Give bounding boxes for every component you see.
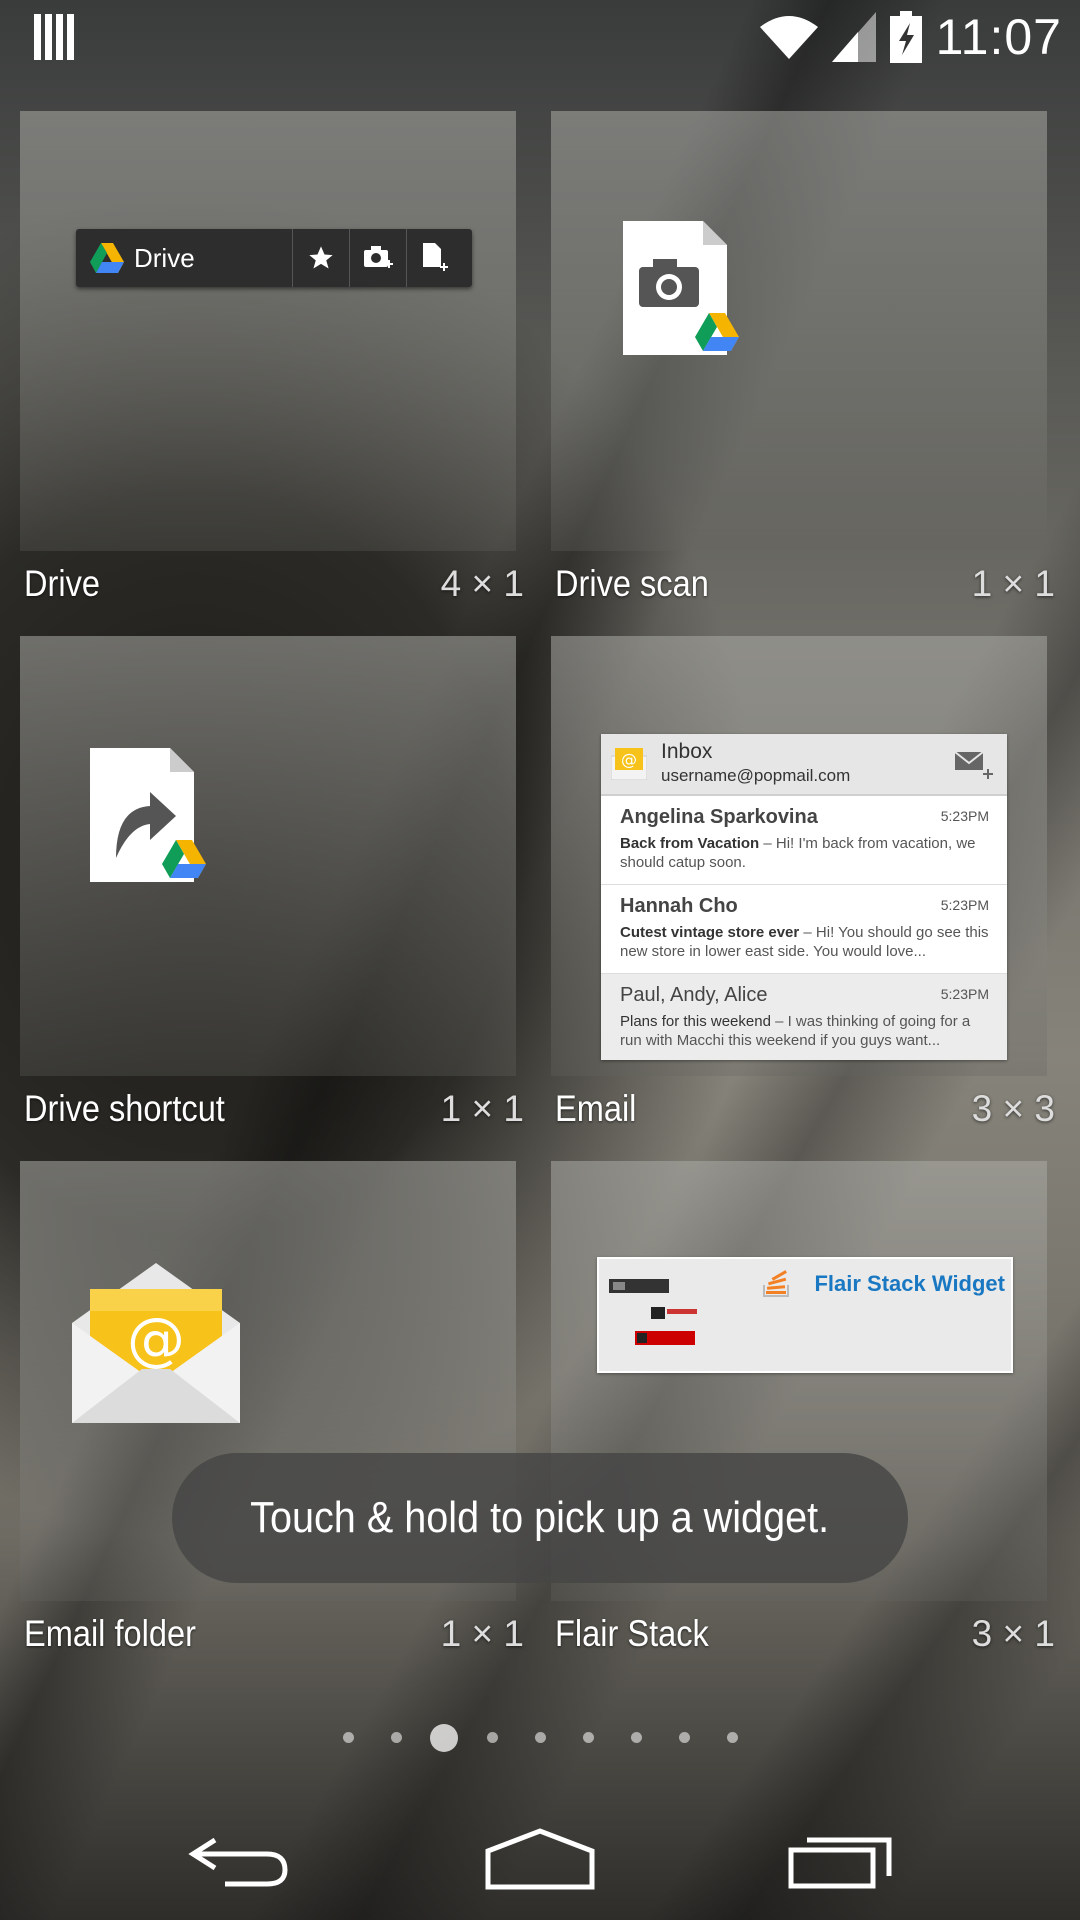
email-subject: Plans for this weekend: [620, 1013, 771, 1030]
signal-icon: [831, 12, 876, 62]
email-list-item: Angelina Sparkovina 5:23PM Back from Vac…: [601, 796, 1007, 885]
widget-name: Drive shortcut: [24, 1088, 225, 1129]
widget-name: Drive: [24, 563, 100, 604]
email-subject: Cutest vintage store ever: [620, 924, 800, 941]
flair-widget-title: Flair Stack Widget: [814, 1271, 1005, 1296]
widget-size: 3 × 3: [971, 1088, 1055, 1129]
widget-size: 1 × 1: [440, 1613, 524, 1654]
page-dot-active: [430, 1724, 458, 1752]
recents-button[interactable]: [770, 1820, 910, 1900]
email-account: username@popmail.com: [661, 766, 851, 785]
page-dot: [534, 1732, 546, 1743]
flair-widget-preview: Flair Stack Widget: [597, 1257, 1013, 1373]
widget-size: 4 × 1: [440, 563, 524, 604]
wifi-icon: [759, 16, 818, 59]
widget-preview: [551, 111, 1047, 551]
page-indicator: [0, 1723, 1080, 1753]
widget-name: Drive scan: [555, 563, 709, 604]
home-icon: [485, 1828, 595, 1890]
widget-drive[interactable]: Drive Drive 4 × 1: [20, 111, 524, 604]
email-list-item: Paul, Andy, Alice 5:23PM Plans for this …: [601, 974, 1007, 1060]
battery-charging-icon: [889, 11, 922, 63]
email-sender: Hannah Cho: [620, 895, 738, 917]
email-sender: Angelina Sparkovina: [620, 806, 818, 828]
page-dot: [486, 1732, 498, 1743]
email-time: 5:23PM: [940, 897, 989, 913]
camera-add-icon: [349, 229, 406, 287]
email-list-item: Hannah Cho 5:23PM Cutest vintage store e…: [601, 885, 1007, 974]
email-time: 5:23PM: [940, 808, 989, 824]
widget-name: Email: [555, 1088, 637, 1129]
drive-scan-icon: [623, 221, 739, 355]
page-dot: [342, 1732, 354, 1743]
clock: 11:07: [935, 9, 1062, 65]
widget-drive-shortcut[interactable]: Drive shortcut 1 × 1: [20, 636, 524, 1129]
email-sender: Paul, Andy, Alice: [620, 984, 768, 1006]
email-widget-preview: @ Inbox username@popmail.com Angelina Sp…: [601, 734, 1007, 1060]
page-dot: [582, 1732, 594, 1743]
page-dot: [390, 1732, 402, 1743]
widget-name: Email folder: [24, 1613, 196, 1654]
widget-preview: [20, 636, 516, 1076]
widget-preview: Drive: [20, 111, 516, 551]
widget-name: Flair Stack: [555, 1613, 709, 1654]
email-envelope-icon: @: [72, 1263, 240, 1423]
widget-size: 1 × 1: [971, 563, 1055, 604]
svg-text:@: @: [127, 1305, 185, 1373]
drive-widget-label: Drive: [134, 242, 195, 273]
widget-size: 1 × 1: [440, 1088, 524, 1129]
stack-logo-icon: [763, 1270, 789, 1297]
widget-preview: @ Inbox username@popmail.com Angelina Sp…: [551, 636, 1047, 1076]
drive-widget-bar: Drive: [76, 229, 472, 287]
navigation-bar: [0, 1800, 1080, 1920]
new-document-icon: [406, 229, 463, 287]
email-time: 5:23PM: [940, 986, 989, 1002]
page-dot: [630, 1732, 642, 1743]
home-button[interactable]: [470, 1820, 610, 1900]
widget-size: 3 × 1: [971, 1613, 1055, 1654]
email-subject: Back from Vacation: [620, 835, 760, 852]
compose-icon: [954, 751, 993, 779]
status-bar: 11:07: [0, 0, 1080, 75]
flair-thumbnails: [609, 1279, 697, 1345]
email-folder-title: Inbox: [661, 740, 713, 763]
back-arrow-icon: [188, 1837, 288, 1887]
toast-text: Touch & hold to pick up a widget.: [250, 1493, 830, 1542]
back-button[interactable]: [170, 1820, 310, 1900]
page-dot: [678, 1732, 690, 1743]
drive-shortcut-icon: [90, 748, 206, 882]
email-widget-header: @ Inbox username@popmail.com: [601, 734, 1007, 796]
svg-text:@: @: [621, 750, 637, 769]
recent-apps-icon: [788, 1837, 892, 1889]
star-icon: [292, 229, 349, 287]
widget-email[interactable]: @ Inbox username@popmail.com Angelina Sp…: [551, 636, 1055, 1129]
toast-hint: Touch & hold to pick up a widget.: [172, 1453, 908, 1583]
page-dot: [726, 1732, 738, 1743]
notification-bars-icon: [34, 14, 74, 60]
drive-logo-icon: [90, 243, 124, 273]
widget-drive-scan[interactable]: Drive scan 1 × 1: [551, 111, 1055, 604]
email-app-icon: @: [611, 748, 647, 780]
